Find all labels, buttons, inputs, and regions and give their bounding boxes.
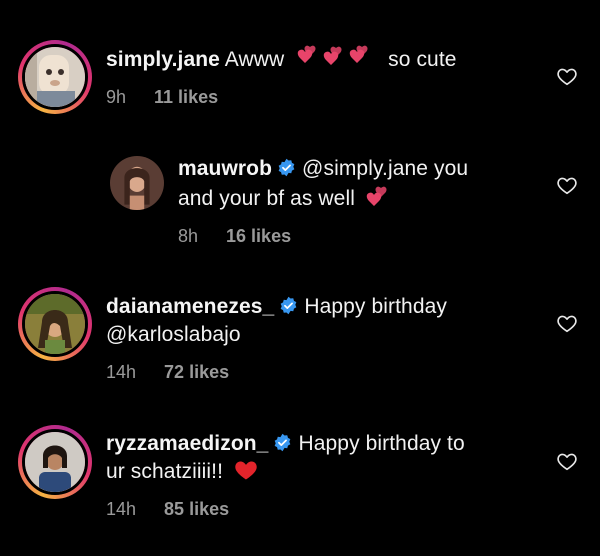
comment-text-line2: and your bf as well [178,187,355,210]
two-hearts-emoji-icon [363,183,393,209]
username[interactable]: ryzzamaedizon_ [106,432,268,455]
verified-badge-icon [279,296,298,315]
red-heart-emoji-icon [233,458,259,482]
comment-text-line2: ur schatziiii!! [106,460,224,483]
like-heart-icon[interactable] [556,312,578,334]
avatar-story-ring[interactable] [18,287,92,361]
comment-meta: 9h 11 likes [106,87,218,108]
likes-count[interactable]: 16 likes [226,226,291,246]
comment-meta: 14h 72 likes [106,362,229,383]
likes-count[interactable]: 85 likes [164,499,229,519]
avatar [22,44,88,110]
comment-text: @simply.jane you [302,157,469,180]
likes-count[interactable]: 72 likes [164,362,229,382]
comment-body: mauwrob @simply.jane you and your bf as w… [178,155,538,213]
timestamp: 9h [106,87,127,107]
avatar-image [25,47,85,107]
avatar-story-ring[interactable] [18,40,92,114]
mention-link[interactable]: @karloslabajo [106,323,241,346]
verified-badge-icon [277,158,296,177]
like-heart-icon[interactable] [556,174,578,196]
comment-text-end: so cute [388,48,457,71]
comment-body: simply.jane Awww so cute [106,44,546,74]
avatar-image-frame [110,156,164,210]
comment-body: ryzzamaedizon_ Happy birthday to ur schat… [106,430,546,486]
verified-badge-icon [273,433,292,452]
avatar-image [25,432,85,492]
like-heart-icon[interactable] [556,450,578,472]
avatar-image [110,156,164,210]
avatar-image [25,294,85,354]
username[interactable]: daianamenezes_ [106,295,274,318]
timestamp: 14h [106,499,137,519]
timestamp: 14h [106,362,137,382]
username[interactable]: simply.jane [106,48,220,71]
like-heart-icon[interactable] [556,65,578,87]
timestamp: 8h [178,226,199,246]
avatar [22,291,88,357]
avatar-story-ring[interactable] [18,425,92,499]
avatar[interactable] [110,156,164,210]
avatar [22,429,88,495]
comment-text: Awww [224,48,285,71]
two-hearts-emoji-icon [294,44,378,70]
username[interactable]: mauwrob [178,157,272,180]
comment-meta: 8h 16 likes [178,226,291,247]
likes-count[interactable]: 11 likes [154,87,218,107]
comment-text: Happy birthday to [298,432,465,455]
comment-body: daianamenezes_ Happy birthday @karloslaba… [106,293,546,349]
comment-text: Happy birthday [304,295,447,318]
comment-meta: 14h 85 likes [106,499,229,520]
